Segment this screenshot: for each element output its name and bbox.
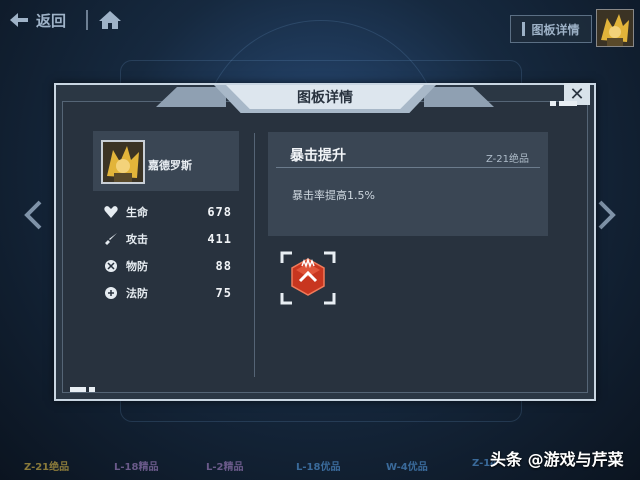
character-name: 嘉德罗斯 <box>148 159 192 172</box>
character-portrait <box>101 140 145 184</box>
previous-arrow-icon[interactable] <box>24 200 42 230</box>
stat-value: 678 <box>207 205 232 219</box>
rank-tab[interactable]: L-2精品 <box>206 458 243 473</box>
decor-dashes-icon <box>550 101 577 106</box>
stat-label: 攻击 <box>126 233 148 246</box>
next-arrow-icon[interactable] <box>598 200 616 230</box>
heart-icon <box>104 206 118 218</box>
panel-divider <box>254 133 255 377</box>
effect-title: 暴击提升 <box>290 148 346 164</box>
stat-label: 法防 <box>126 287 148 300</box>
crit-boost-icon[interactable] <box>288 257 328 297</box>
stat-row-magic-defense: 法防 75 <box>104 283 232 303</box>
back-arrow-icon <box>10 13 28 27</box>
stat-row-hp: 生命 678 <box>104 202 232 222</box>
title-wing-right <box>424 87 494 107</box>
effect-description: 暴击率提高1.5% <box>292 189 375 202</box>
dialog-title: 图板详情 <box>226 85 424 109</box>
top-bar: 返回 图板详情 <box>0 0 640 47</box>
rank-tab[interactable]: L-18优品 <box>296 458 340 473</box>
rank-tab[interactable]: Z-21绝品 <box>24 458 69 473</box>
back-button[interactable]: 返回 <box>8 8 66 32</box>
shield-icon <box>105 260 117 272</box>
stat-row-physical-defense: 物防 88 <box>104 256 232 276</box>
home-icon[interactable] <box>98 9 122 31</box>
stat-value: 75 <box>215 286 232 300</box>
topbar-divider <box>86 10 88 30</box>
stat-row-attack: 攻击 411 <box>104 229 232 249</box>
effect-rank: Z-21绝品 <box>486 154 530 165</box>
sword-icon <box>105 233 117 245</box>
board-detail-dialog: 图板详情 ✕ 嘉德罗斯 生命 678 攻击 411 物防 88 法防 75 暴击… <box>54 83 596 401</box>
stat-label: 生命 <box>126 206 148 219</box>
avatar[interactable] <box>596 9 634 47</box>
rank-tab[interactable]: W-4优品 <box>386 458 428 473</box>
decor-dashes-icon <box>70 387 95 392</box>
title-wing-left <box>156 87 226 107</box>
stat-label: 物防 <box>126 260 148 273</box>
tab-bar-icon <box>522 22 526 36</box>
rank-tab[interactable]: L-18精品 <box>114 458 158 473</box>
stat-value: 88 <box>215 259 232 273</box>
watermark-text: 头条 @游戏与芹菜 <box>490 450 624 469</box>
board-detail-tab-label: 图板详情 <box>531 22 580 37</box>
stat-value: 411 <box>207 232 232 246</box>
effect-separator <box>276 167 540 168</box>
board-detail-tab[interactable]: 图板详情 <box>510 15 592 43</box>
magic-shield-icon <box>105 287 117 299</box>
character-portrait-icon <box>103 142 143 182</box>
character-portrait-icon <box>597 10 633 46</box>
back-label: 返回 <box>36 11 67 30</box>
